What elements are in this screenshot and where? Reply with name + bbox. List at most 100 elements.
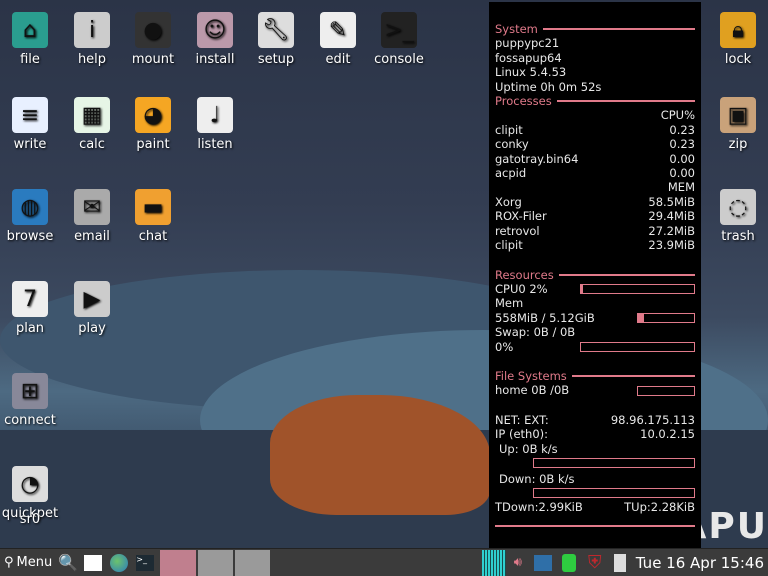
swap-value: Swap: 0B / 0B bbox=[495, 325, 576, 340]
desktop-icon-edit[interactable]: ✎ edit bbox=[308, 12, 368, 67]
wrench-icon: 🔧︎ bbox=[258, 12, 294, 48]
process-name: acpid bbox=[495, 166, 527, 181]
desktop-icon-file[interactable]: ⌂ file bbox=[0, 12, 60, 67]
net-down: Down: 0B k/s bbox=[499, 471, 575, 486]
distro: fossapup64 bbox=[495, 50, 562, 65]
desktop-icon-mount[interactable]: ● mount bbox=[123, 12, 183, 67]
uptime: Uptime 0h 0m 52s bbox=[495, 79, 602, 94]
process-value: 0.00 bbox=[669, 151, 695, 166]
workspace-2[interactable] bbox=[198, 549, 234, 576]
browser-icon[interactable] bbox=[106, 550, 132, 576]
process-value: 27.2MiB bbox=[648, 223, 695, 238]
process-row: clipit 23.9MiB bbox=[495, 238, 695, 252]
taskbar: ⚲ Menu 🔍 >_ 🔊︎ ⛨ Tue 16 Apr 15:46 bbox=[0, 548, 768, 576]
cpu-header: CPU% bbox=[660, 108, 695, 123]
hostname: puppypc21 bbox=[495, 36, 560, 51]
desktop-icon-zip[interactable]: ▣ zip bbox=[708, 97, 768, 152]
desktop-icon-connect[interactable]: ⊞ connect bbox=[0, 373, 60, 428]
lock-icon: 🔒︎ bbox=[720, 12, 756, 48]
process-value: 0.00 bbox=[669, 166, 695, 181]
desktop-icon-lock[interactable]: 🔒︎ lock bbox=[708, 12, 768, 67]
icon-label: email bbox=[74, 229, 110, 244]
desktop-icon-setup[interactable]: 🔧︎ setup bbox=[246, 12, 306, 67]
clock[interactable]: Tue 16 Apr 15:46 bbox=[632, 550, 768, 576]
conky-monitor: System puppypc21 fossapup64 Linux 5.4.53… bbox=[489, 2, 701, 548]
firewall-shield-icon[interactable]: ⛨ bbox=[582, 550, 608, 576]
icon-label: chat bbox=[138, 229, 168, 244]
desktop-icon-install[interactable]: ☺ install bbox=[185, 12, 245, 67]
icon-label: zip bbox=[728, 137, 748, 152]
home-fs: home 0B /0B bbox=[495, 383, 570, 398]
ip-label: IP (eth0): bbox=[495, 427, 549, 442]
process-row: clipit 0.23 bbox=[495, 123, 695, 137]
terminal-icon[interactable]: >_ bbox=[132, 550, 158, 576]
network-icon[interactable] bbox=[530, 550, 556, 576]
calendar-icon: 7 bbox=[12, 281, 48, 317]
show-desktop-icon[interactable] bbox=[80, 550, 106, 576]
net-ext: 98.96.175.113 bbox=[610, 412, 695, 427]
mem-bar bbox=[637, 312, 695, 323]
spreadsheet-icon: ▦ bbox=[74, 97, 110, 133]
desktop-icon-sr0[interactable]: sr0 bbox=[0, 472, 60, 527]
section-resources: Resources bbox=[495, 268, 695, 282]
icon-label: connect bbox=[4, 413, 56, 428]
mem-label: Mem bbox=[495, 296, 524, 311]
icon-label: mount bbox=[131, 52, 175, 67]
process-value: 0.23 bbox=[669, 137, 695, 152]
menu-button[interactable]: ⚲ Menu bbox=[0, 550, 56, 576]
desktop-icon-play[interactable]: ▶ play bbox=[62, 281, 122, 336]
icon-label: sr0 bbox=[19, 512, 41, 527]
section-system: System bbox=[495, 22, 695, 36]
desktop-icon-calc[interactable]: ▦ calc bbox=[62, 97, 122, 152]
desktop-icon-email[interactable]: ✉ email bbox=[62, 189, 122, 244]
wallpaper-cat bbox=[270, 395, 490, 515]
icon-label: listen bbox=[197, 137, 233, 152]
process-name: retrovol bbox=[495, 223, 540, 238]
cpu-bar bbox=[580, 284, 695, 295]
cpu-monitor-icon[interactable] bbox=[481, 549, 506, 576]
process-row: ROX-Filer 29.4MiB bbox=[495, 209, 695, 223]
desktop-icon-chat[interactable]: ▬ chat bbox=[123, 189, 183, 244]
cpu0-label: CPU0 2% bbox=[495, 281, 548, 296]
icon-label: help bbox=[77, 52, 107, 67]
workspace-1[interactable] bbox=[160, 549, 197, 576]
up-graph bbox=[533, 457, 695, 468]
swap-bar bbox=[580, 341, 695, 352]
globe-icon: ◍ bbox=[12, 189, 48, 225]
desktop-icon-listen[interactable]: ♩ listen bbox=[185, 97, 245, 152]
desktop-icon-plan[interactable]: 7 plan bbox=[0, 281, 60, 336]
mem-header: MEM bbox=[667, 180, 695, 195]
swap-pct: 0% bbox=[495, 339, 514, 354]
section-processes: Processes bbox=[495, 94, 695, 108]
process-row: retrovol 27.2MiB bbox=[495, 224, 695, 238]
net-up: Up: 0B k/s bbox=[499, 441, 558, 456]
process-name: conky bbox=[495, 137, 529, 152]
process-value: 29.4MiB bbox=[648, 209, 695, 224]
network-icon: ⊞ bbox=[12, 373, 48, 409]
workspace-3[interactable] bbox=[235, 549, 271, 576]
terminal-icon: >_ bbox=[381, 12, 417, 48]
clipboard-icon[interactable] bbox=[608, 550, 632, 576]
envelope-icon: ✉ bbox=[74, 189, 110, 225]
icon-label: install bbox=[195, 52, 235, 67]
desktop-icon-browse[interactable]: ◍ browse bbox=[0, 189, 60, 244]
icon-label: trash bbox=[721, 229, 755, 244]
desktop-icon-write[interactable]: ≡ write bbox=[0, 97, 60, 152]
drive-status-icon[interactable] bbox=[556, 550, 582, 576]
package-icon: ☺ bbox=[197, 12, 233, 48]
desktop-icon-help[interactable]: i help bbox=[62, 12, 122, 67]
volume-icon[interactable]: 🔊︎ bbox=[506, 550, 530, 576]
process-row: gatotray.bin64 0.00 bbox=[495, 152, 695, 166]
kernel: Linux 5.4.53 bbox=[495, 65, 567, 80]
desktop-icon-paint[interactable]: ◕ paint bbox=[123, 97, 183, 152]
process-name: ROX-Filer bbox=[495, 209, 547, 224]
process-value: 0.23 bbox=[669, 122, 695, 137]
icon-label: browse bbox=[6, 229, 54, 244]
desktop-icon-trash[interactable]: ◌ trash bbox=[708, 189, 768, 244]
trash-icon: ◌ bbox=[720, 189, 756, 225]
video-play-icon: ▶ bbox=[74, 281, 110, 317]
palette-icon: ◕ bbox=[135, 97, 171, 133]
desktop-icon-console[interactable]: >_ console bbox=[369, 12, 429, 67]
search-icon[interactable]: 🔍 bbox=[56, 550, 80, 576]
divider bbox=[495, 524, 695, 527]
